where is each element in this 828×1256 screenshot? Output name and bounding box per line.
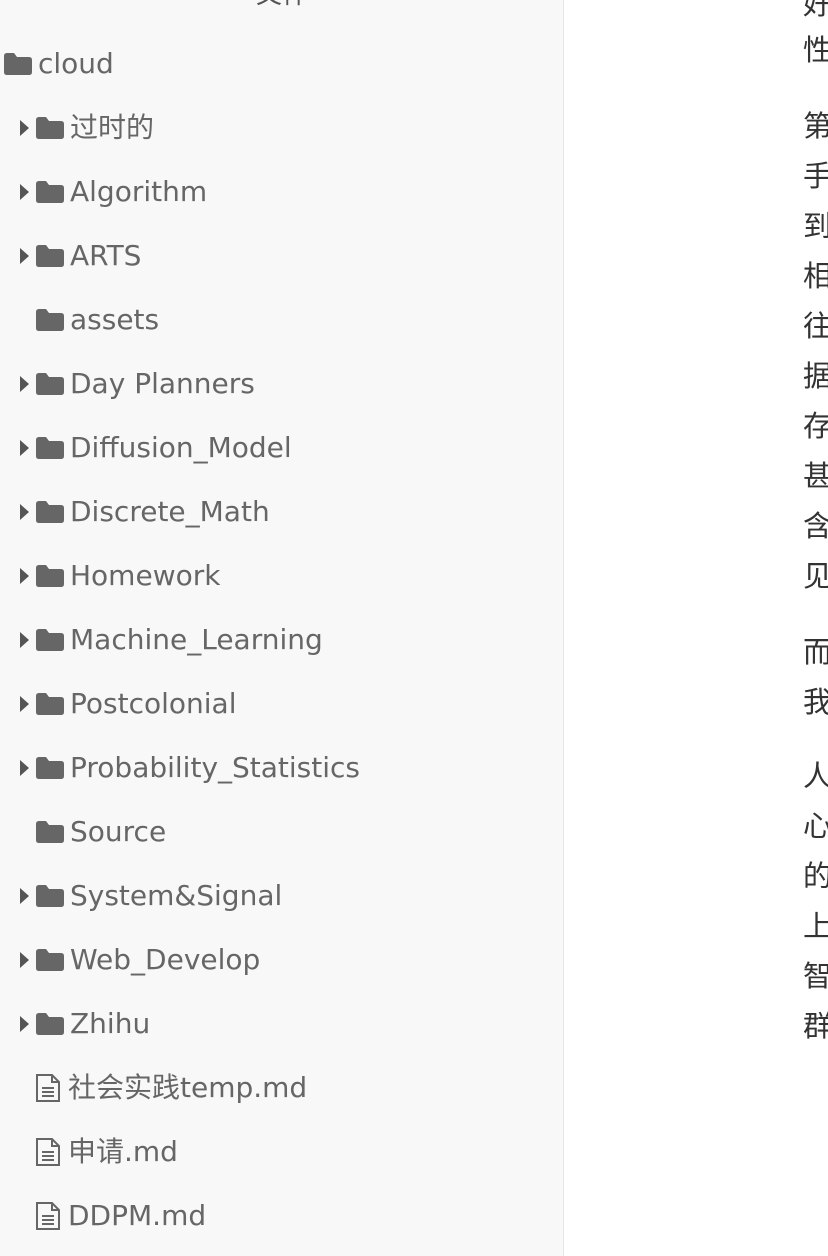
folder-icon: [36, 693, 64, 715]
tree-folder-item[interactable]: Discrete_Math: [0, 480, 564, 544]
caret-right-icon[interactable]: [20, 760, 29, 776]
tree-folder-item[interactable]: assets: [0, 288, 564, 352]
tree-item-label: Discrete_Math: [70, 495, 270, 528]
caret-right-icon[interactable]: [20, 888, 29, 904]
tree-item-label: Postcolonial: [70, 687, 237, 720]
caret-right-icon[interactable]: [20, 1016, 29, 1032]
tree-file-item[interactable]: 申请.md: [0, 1120, 564, 1184]
folder-icon: [36, 1013, 64, 1035]
folder-icon: [36, 821, 64, 843]
tree-folder-item[interactable]: Postcolonial: [0, 672, 564, 736]
tree-folder-item[interactable]: Diffusion_Model: [0, 416, 564, 480]
folder-icon: [36, 565, 64, 587]
editor-text-line: 含: [803, 510, 828, 542]
tree-root-cloud[interactable]: cloud: [0, 32, 564, 96]
editor-text-line: 人: [803, 760, 828, 792]
editor-text-line: 见: [803, 560, 828, 592]
caret-right-icon[interactable]: [20, 440, 29, 456]
editor-text-line: 手: [803, 160, 828, 192]
tree-folder-item[interactable]: Source: [0, 800, 564, 864]
folder-icon: [36, 885, 64, 907]
tree-folder-item[interactable]: Web_Develop: [0, 928, 564, 992]
editor-text-line: 好: [803, 0, 828, 20]
editor-pane[interactable]: 好性第手到相往据存甚含见而我人心的上智群: [565, 0, 828, 1256]
editor-text-line: 相: [803, 260, 828, 292]
folder-icon: [36, 437, 64, 459]
tree-folder-item[interactable]: ARTS: [0, 224, 564, 288]
tree-item-label: 申请.md: [68, 1135, 178, 1168]
caret-right-icon[interactable]: [20, 248, 29, 264]
tree-item-label: System&Signal: [70, 879, 283, 912]
editor-text-line: 往: [803, 310, 828, 342]
folder-icon: [36, 501, 64, 523]
folder-icon: [36, 629, 64, 651]
editor-text-line: 而: [803, 636, 828, 668]
editor-text-line: 的: [803, 860, 828, 892]
tree-item-label: Zhihu: [70, 1007, 151, 1040]
tree-folder-item[interactable]: System&Signal: [0, 864, 564, 928]
folder-icon: [4, 53, 32, 75]
tree-folder-item[interactable]: 过时的: [0, 96, 564, 160]
caret-right-icon[interactable]: [20, 120, 29, 136]
tree-folder-item[interactable]: Machine_Learning: [0, 608, 564, 672]
tree-item-label: 过时的: [70, 111, 155, 144]
tree-item-label: Web_Develop: [70, 943, 261, 976]
tree-folder-item[interactable]: Homework: [0, 544, 564, 608]
tree-item-label: 社会实践temp.md: [68, 1071, 308, 1104]
sidebar-header: 文件: [0, 0, 564, 8]
editor-text-line: 性: [803, 34, 828, 66]
folder-icon: [36, 949, 64, 971]
editor-text-line: 群: [803, 1010, 828, 1042]
tree-item-label: Source: [70, 815, 167, 848]
folder-icon: [36, 117, 64, 139]
caret-right-icon[interactable]: [20, 696, 29, 712]
folder-icon: [36, 373, 64, 395]
editor-text-line: 到: [803, 210, 828, 242]
tree-item-label: Machine_Learning: [70, 623, 323, 656]
tree-item-label: Day Planners: [70, 367, 255, 400]
tree-item-label: ARTS: [70, 239, 142, 272]
tree-item-label: DDPM.md: [68, 1199, 207, 1232]
tree-item-label: Probability_Statistics: [70, 751, 361, 784]
editor-text-line: 智: [803, 960, 828, 992]
caret-right-icon[interactable]: [20, 632, 29, 648]
tree-file-item[interactable]: DDPM.md: [0, 1184, 564, 1248]
tree-folder-item[interactable]: Algorithm: [0, 160, 564, 224]
tree-folder-item[interactable]: Probability_Statistics: [0, 736, 564, 800]
tree-folder-item[interactable]: Day Planners: [0, 352, 564, 416]
file-icon: [36, 1202, 60, 1230]
tree-item-label: Algorithm: [70, 175, 208, 208]
folder-icon: [36, 181, 64, 203]
editor-text-line: 第: [803, 110, 828, 142]
folder-icon: [36, 245, 64, 267]
editor-text-line: 据: [803, 360, 828, 392]
tree-item-label: Homework: [70, 559, 221, 592]
folder-icon: [36, 757, 64, 779]
caret-right-icon[interactable]: [20, 376, 29, 392]
file-icon: [36, 1138, 60, 1166]
editor-text-line: 甚: [803, 460, 828, 492]
caret-right-icon[interactable]: [20, 568, 29, 584]
editor-text-line: 存: [803, 410, 828, 442]
tree-root-label: cloud: [38, 47, 114, 80]
editor-text-line: 心: [803, 810, 828, 842]
file-tree-sidebar: 文件 cloud 过时的 Algorithm ARTS assets Day Plann…: [0, 0, 564, 1256]
tree-item-label: Diffusion_Model: [70, 431, 292, 464]
file-icon: [36, 1074, 60, 1102]
caret-right-icon[interactable]: [20, 184, 29, 200]
caret-right-icon[interactable]: [20, 952, 29, 968]
editor-text-line: 我: [803, 686, 828, 718]
folder-icon: [36, 309, 64, 331]
tree-folder-item[interactable]: Zhihu: [0, 992, 564, 1056]
editor-text-line: 上: [803, 910, 828, 942]
tree-item-label: assets: [70, 303, 160, 336]
tree-file-item[interactable]: 社会实践temp.md: [0, 1056, 564, 1120]
caret-right-icon[interactable]: [20, 504, 29, 520]
